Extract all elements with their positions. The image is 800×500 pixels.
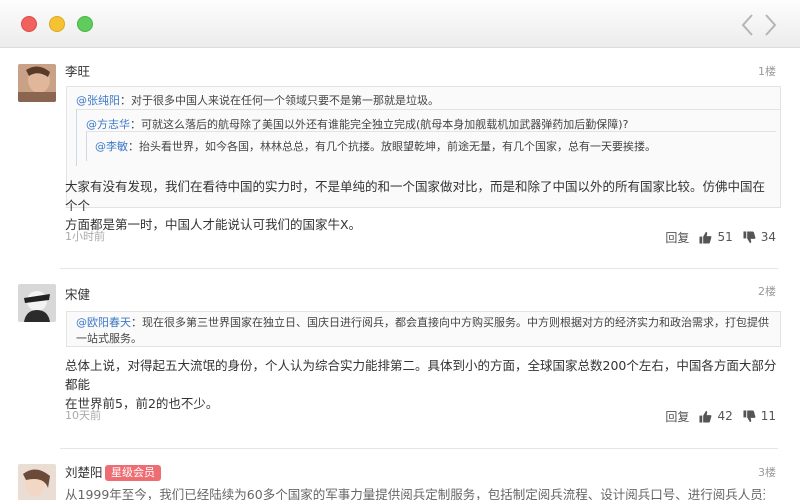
mention-link[interactable]: @欧阳春天 xyxy=(76,316,131,329)
quote-content: ：可就这么落后的航母除了美国以外还有谁能完全独立完成(航母本身加舰载机加武器弹药… xyxy=(130,118,629,131)
comment-actions: 回复 51 34 xyxy=(665,228,776,246)
thumbs-down-icon xyxy=(743,230,756,243)
floor-number: 2楼 xyxy=(758,285,776,298)
dislike-button[interactable]: 11 xyxy=(743,409,776,423)
quote-content: ：抬头看世界，如今各国，林林总总，有几个抗搂。放眼望乾坤，前途无量，有几个国家，… xyxy=(128,140,656,153)
avatar[interactable] xyxy=(18,464,56,500)
comment-body: 总体上说，对得起五大流氓的身份，个人认为综合实力能排第二。具体到小的方面，全球国… xyxy=(65,356,777,413)
close-window-button[interactable] xyxy=(21,16,37,32)
comment-body: 大家有没有发现，我们在看待中国的实力时，不是单纯的和一个国家做对比，而是和除了中… xyxy=(65,177,777,234)
mention-link[interactable]: @张纯阳 xyxy=(76,94,120,107)
quote-content: ：对于很多中国人来说在任何一个领域只要不是第一那就是垃圾。 xyxy=(120,94,439,107)
maximize-window-button[interactable] xyxy=(77,16,93,32)
dislike-button[interactable]: 34 xyxy=(743,230,776,244)
avatar[interactable] xyxy=(18,64,56,102)
window-titlebar xyxy=(0,0,800,48)
quote-block-nested-deep: @李敏：抬头看世界，如今各国，林林总总，有几个抗搂。放眼望乾坤，前途无量，有几个… xyxy=(86,131,776,161)
chevron-right-icon[interactable] xyxy=(760,12,780,38)
thumbs-up-icon xyxy=(699,231,712,244)
comment-item: 李旺 1楼 @张纯阳：对于很多中国人来说在任何一个领域只要不是第一那就是垃圾。 … xyxy=(0,49,800,268)
floor-number: 1楼 xyxy=(758,65,776,78)
like-count: 51 xyxy=(717,230,733,244)
like-button[interactable]: 51 xyxy=(699,230,733,244)
mention-link[interactable]: @方志华 xyxy=(86,118,130,131)
comment-list: 李旺 1楼 @张纯阳：对于很多中国人来说在任何一个领域只要不是第一那就是垃圾。 … xyxy=(0,49,800,500)
comment-divider xyxy=(60,448,778,449)
quote-block: @欧阳春天：现在很多第三世界国家在独立日、国庆日进行阅兵，都会直接向中方购买服务… xyxy=(66,311,781,347)
comment-actions: 回复 42 11 xyxy=(665,407,776,425)
reply-button[interactable]: 回复 xyxy=(665,229,689,246)
username[interactable]: 李旺 xyxy=(65,63,90,81)
like-button[interactable]: 42 xyxy=(699,409,733,423)
thumbs-up-icon xyxy=(699,410,712,423)
vip-badge: 星级会员 xyxy=(105,465,161,481)
thumbs-down-icon xyxy=(743,409,756,422)
comment-time: 10天前 xyxy=(65,409,101,422)
quote-text: @张纯阳：对于很多中国人来说在任何一个领域只要不是第一那就是垃圾。 xyxy=(76,93,439,109)
floor-number: 3楼 xyxy=(758,466,776,479)
dislike-count: 11 xyxy=(760,409,776,423)
mention-link[interactable]: @李敏 xyxy=(95,140,128,153)
username[interactable]: 宋健 xyxy=(65,286,90,304)
quote-text: @欧阳春天：现在很多第三世界国家在独立日、国庆日进行阅兵，都会直接向中方购买服务… xyxy=(76,315,776,347)
comment-body: 从1999年至今，我们已经陆续为60多个国家的军事力量提供阅兵定制服务，包括制定… xyxy=(65,485,765,500)
quote-content: ：现在很多第三世界国家在独立日、国庆日进行阅兵，都会直接向中方购买服务。中方则根… xyxy=(76,316,769,345)
quote-text: @李敏：抬头看世界，如今各国，林林总总，有几个抗搂。放眼望乾坤，前途无量，有几个… xyxy=(95,139,656,155)
like-count: 42 xyxy=(717,409,733,423)
reply-button[interactable]: 回复 xyxy=(665,408,689,425)
avatar[interactable] xyxy=(18,284,56,322)
comment-body-line: 大家有没有发现，我们在看待中国的实力时，不是单纯的和一个国家做对比，而是和除了中… xyxy=(65,179,766,213)
comment-body-line: 总体上说，对得起五大流氓的身份，个人认为综合实力能排第二。具体到小的方面，全球国… xyxy=(65,358,777,392)
username[interactable]: 刘楚阳 xyxy=(65,464,103,482)
dislike-count: 34 xyxy=(760,230,776,244)
comment-time: 1小时前 xyxy=(65,230,105,243)
comment-body-line: 从1999年至今，我们已经陆续为60多个国家的军事力量提供阅兵定制服务，包括制定… xyxy=(65,487,765,500)
chevron-left-icon[interactable] xyxy=(738,12,758,38)
minimize-window-button[interactable] xyxy=(49,16,65,32)
